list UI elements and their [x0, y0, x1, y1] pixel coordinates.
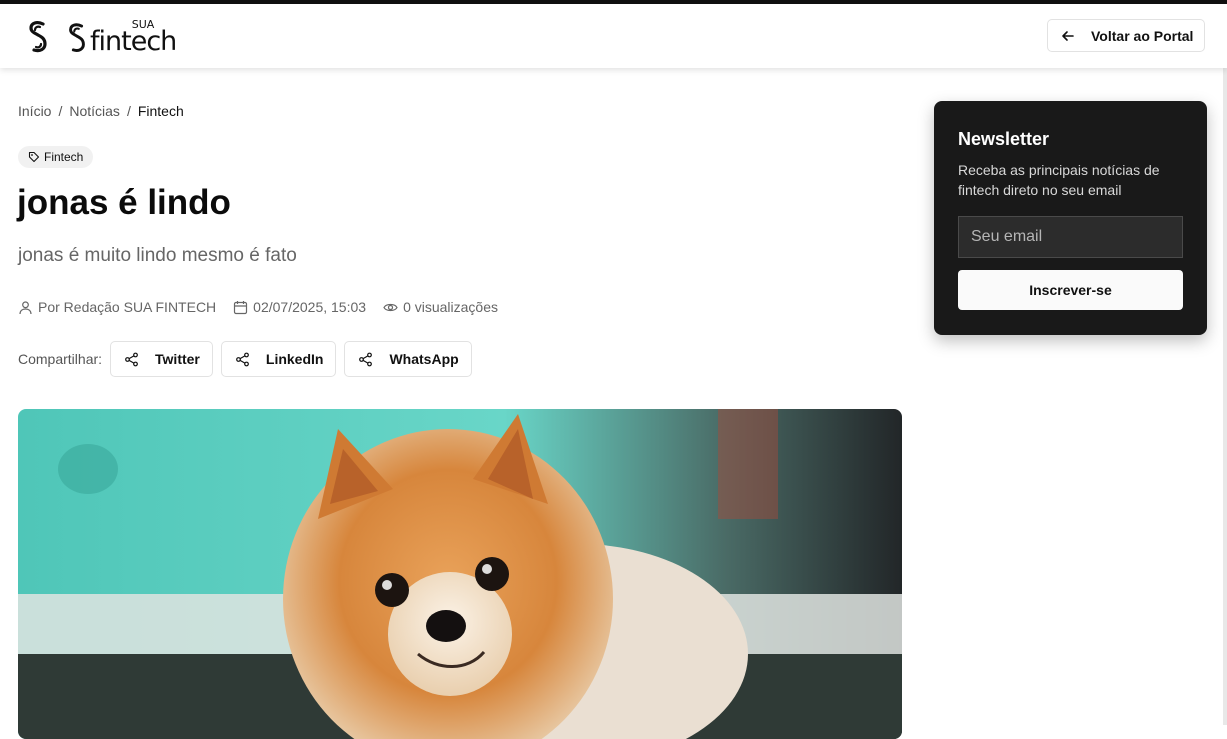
article-subtitle: jonas é muito lindo mesmo é fato — [18, 245, 297, 266]
breadcrumb-home[interactable]: Início — [18, 103, 51, 119]
share-linkedin-label: LinkedIn — [265, 351, 324, 367]
share-twitter-label: Twitter — [155, 351, 200, 367]
page-scrollbar[interactable] — [1223, 68, 1227, 725]
back-to-portal-label: Voltar ao Portal — [1091, 27, 1194, 44]
breadcrumb-news[interactable]: Notícias — [69, 103, 120, 119]
newsletter-title: Newsletter — [958, 129, 1050, 149]
article-hero-image — [18, 409, 902, 739]
share-icon — [235, 352, 249, 366]
article-meta: Por Redação SUA FINTECH 02/07/2025, 15:0… — [18, 297, 515, 317]
logo-s-small-icon — [69, 23, 85, 52]
meta-author-text: Por Redação SUA FINTECH — [38, 299, 217, 315]
meta-date: 02/07/2025, 15:03 — [233, 299, 366, 315]
pomeranian-dog-image — [18, 409, 902, 739]
category-tag[interactable]: Fintech — [18, 146, 94, 168]
share-icon — [125, 352, 138, 366]
share-icon — [359, 352, 373, 366]
newsletter-card: Newsletter Receba as principais notícias… — [934, 101, 1207, 335]
newsletter-description: Receba as principais notícias de fintech… — [958, 162, 1160, 198]
site-header: fintech SUA Voltar ao Portal — [0, 4, 1227, 68]
share-whatsapp-button[interactable]: WhatsApp — [344, 341, 472, 377]
newsletter-email-input[interactable] — [958, 216, 1183, 258]
eye-icon — [383, 303, 398, 311]
arrow-left-icon — [1062, 30, 1074, 41]
breadcrumb-separator: / — [58, 103, 63, 119]
logo-wordmark[interactable]: fintech SUA — [66, 16, 177, 60]
breadcrumb: Início / Notícias / Fintech — [18, 101, 184, 121]
tag-icon — [28, 151, 40, 163]
share-linkedin-button[interactable]: LinkedIn — [220, 341, 337, 377]
share-whatsapp-label: WhatsApp — [389, 351, 459, 367]
meta-views-text: 0 visualizações — [403, 299, 498, 315]
category-tag-label: Fintech — [44, 150, 84, 164]
back-to-portal-button[interactable]: Voltar ao Portal — [1047, 19, 1205, 52]
share-bar: Compartilhar: Twitter LinkedIn WhatsApp — [18, 341, 480, 377]
meta-views: 0 visualizações — [383, 299, 498, 315]
article-title: jonas é lindo — [17, 183, 231, 222]
logo-sup-text: SUA — [131, 18, 155, 31]
meta-author: Por Redação SUA FINTECH — [18, 299, 216, 315]
user-icon — [19, 300, 32, 314]
logo-s-icon[interactable] — [26, 20, 50, 54]
share-label: Compartilhar: — [18, 351, 103, 367]
share-twitter-button[interactable]: Twitter — [110, 341, 213, 377]
newsletter-subscribe-button[interactable]: Inscrever-se — [958, 270, 1183, 310]
breadcrumb-separator: / — [126, 103, 131, 119]
breadcrumb-current: Fintech — [137, 103, 184, 119]
meta-date-text: 02/07/2025, 15:03 — [253, 299, 367, 315]
calendar-icon — [234, 300, 248, 314]
